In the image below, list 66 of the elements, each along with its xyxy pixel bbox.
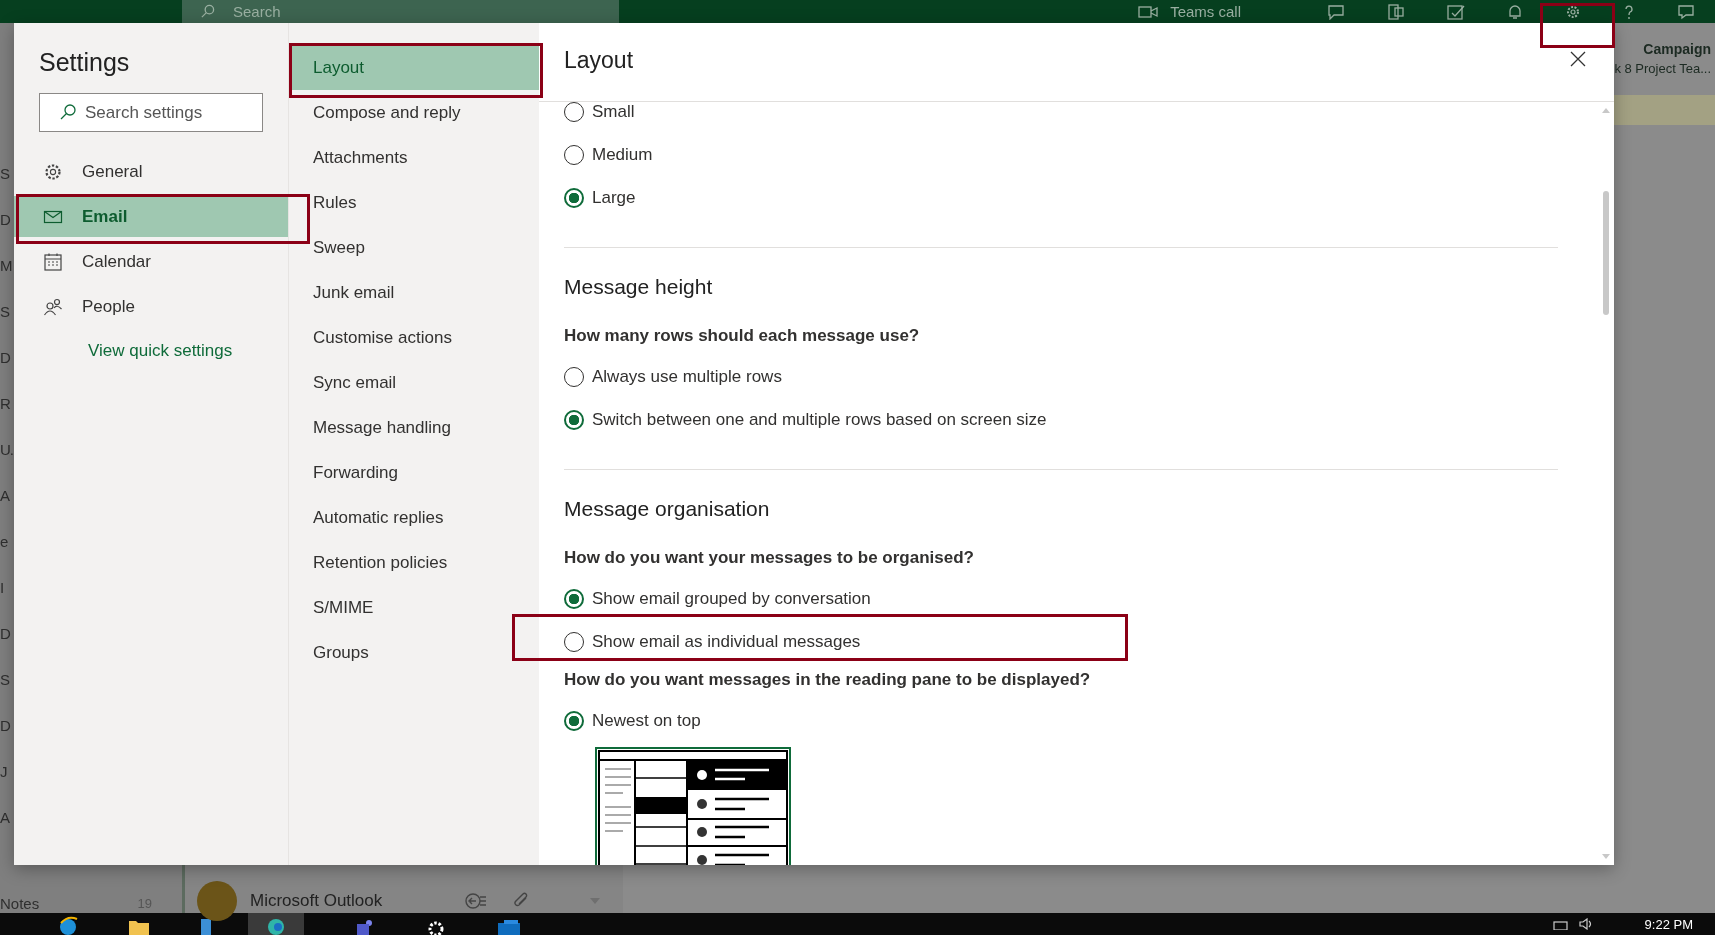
people-icon — [43, 296, 63, 317]
bell-icon[interactable] — [1507, 3, 1523, 20]
settings-category[interactable]: General — [14, 151, 288, 192]
browser-icon[interactable] — [58, 915, 78, 935]
radio-button[interactable] — [564, 409, 584, 430]
option-label[interactable]: Large — [592, 187, 636, 208]
settings-subcategory[interactable]: Sync email — [289, 360, 539, 405]
clock-time[interactable]: 9:22 PM — [1644, 916, 1693, 932]
radio-button[interactable] — [564, 102, 584, 122]
settings-category[interactable]: People — [14, 286, 288, 327]
search-icon — [59, 103, 77, 121]
feedback-icon[interactable] — [1677, 3, 1695, 20]
close-icon[interactable] — [1570, 51, 1586, 67]
settings-subcategory[interactable]: S/MIME — [289, 585, 539, 630]
calendar-icon — [43, 251, 63, 272]
radio-button[interactable] — [564, 366, 584, 387]
radio-button[interactable] — [564, 710, 584, 731]
view-quick-settings-link[interactable]: View quick settings — [88, 341, 288, 361]
option-label[interactable]: Small — [592, 102, 635, 122]
message-recipients: k 8 Project Tea... — [1614, 61, 1711, 76]
message-sender: Microsoft Outlook — [250, 891, 383, 911]
document-icon[interactable] — [1387, 3, 1405, 20]
network-icon[interactable] — [1552, 918, 1569, 930]
radio-button[interactable] — [564, 144, 584, 165]
scrollbar-thumb[interactable] — [1603, 191, 1609, 315]
question-text: How do you want your messages to be organised? — [564, 547, 975, 569]
reply-all-icon[interactable] — [464, 892, 489, 910]
option-label[interactable]: Newest on top — [592, 710, 701, 731]
video-camera-icon[interactable] — [1138, 4, 1159, 19]
chat-icon[interactable] — [1327, 3, 1345, 20]
message-subject: Campaign — [1643, 41, 1711, 57]
help-icon[interactable] — [1623, 3, 1635, 20]
settings-subcategory[interactable]: Junk email — [289, 270, 539, 315]
question-text: How many rows should each message use? — [564, 325, 921, 347]
teams-call-button[interactable]: Teams call — [1170, 3, 1241, 20]
settings-subcategory[interactable]: Customise actions — [289, 315, 539, 360]
settings-category[interactable]: Email — [14, 196, 288, 237]
search-field[interactable]: Search settings — [39, 93, 263, 132]
option-label[interactable]: Show email grouped by conversation — [592, 588, 871, 609]
question-text: How do you want messages in the reading pane to be displayed? — [564, 669, 1092, 691]
radio-button[interactable] — [564, 588, 584, 609]
settings-subcategory[interactable]: Message handling — [289, 405, 539, 450]
settings-subcategory[interactable]: Automatic replies — [289, 495, 539, 540]
search-icon — [200, 4, 215, 19]
option-label[interactable]: Always use multiple rows — [592, 366, 782, 387]
radio-button[interactable] — [564, 187, 584, 208]
checklist-icon[interactable] — [1447, 3, 1465, 20]
settings-category[interactable]: Calendar — [14, 241, 288, 282]
settings-subcategory[interactable]: Layout — [289, 45, 539, 90]
settings-icon — [43, 161, 63, 182]
settings-subcategory[interactable]: Retention policies — [289, 540, 539, 585]
option-label[interactable]: Medium — [592, 144, 653, 165]
settings-subcategory[interactable]: Attachments — [289, 135, 539, 180]
dialog-title: Settings — [39, 48, 131, 77]
settings-subcategory[interactable]: Sweep — [289, 225, 539, 270]
page-title: Layout — [564, 46, 634, 74]
option-label[interactable]: Switch between one and multiple rows based on screen size — [592, 409, 1047, 430]
settings-subcategory[interactable]: Rules — [289, 180, 539, 225]
radio-button[interactable] — [564, 631, 584, 652]
settings-subcategory[interactable]: Groups — [289, 630, 539, 675]
option-label[interactable]: Show email as individual messages — [592, 631, 861, 652]
avatar — [197, 881, 237, 921]
section-heading: Message organisation — [564, 496, 771, 522]
settings-subcategory[interactable]: Forwarding — [289, 450, 539, 495]
settings-subcategory[interactable]: Compose and reply — [289, 90, 539, 135]
section-heading: Message height — [564, 274, 714, 300]
